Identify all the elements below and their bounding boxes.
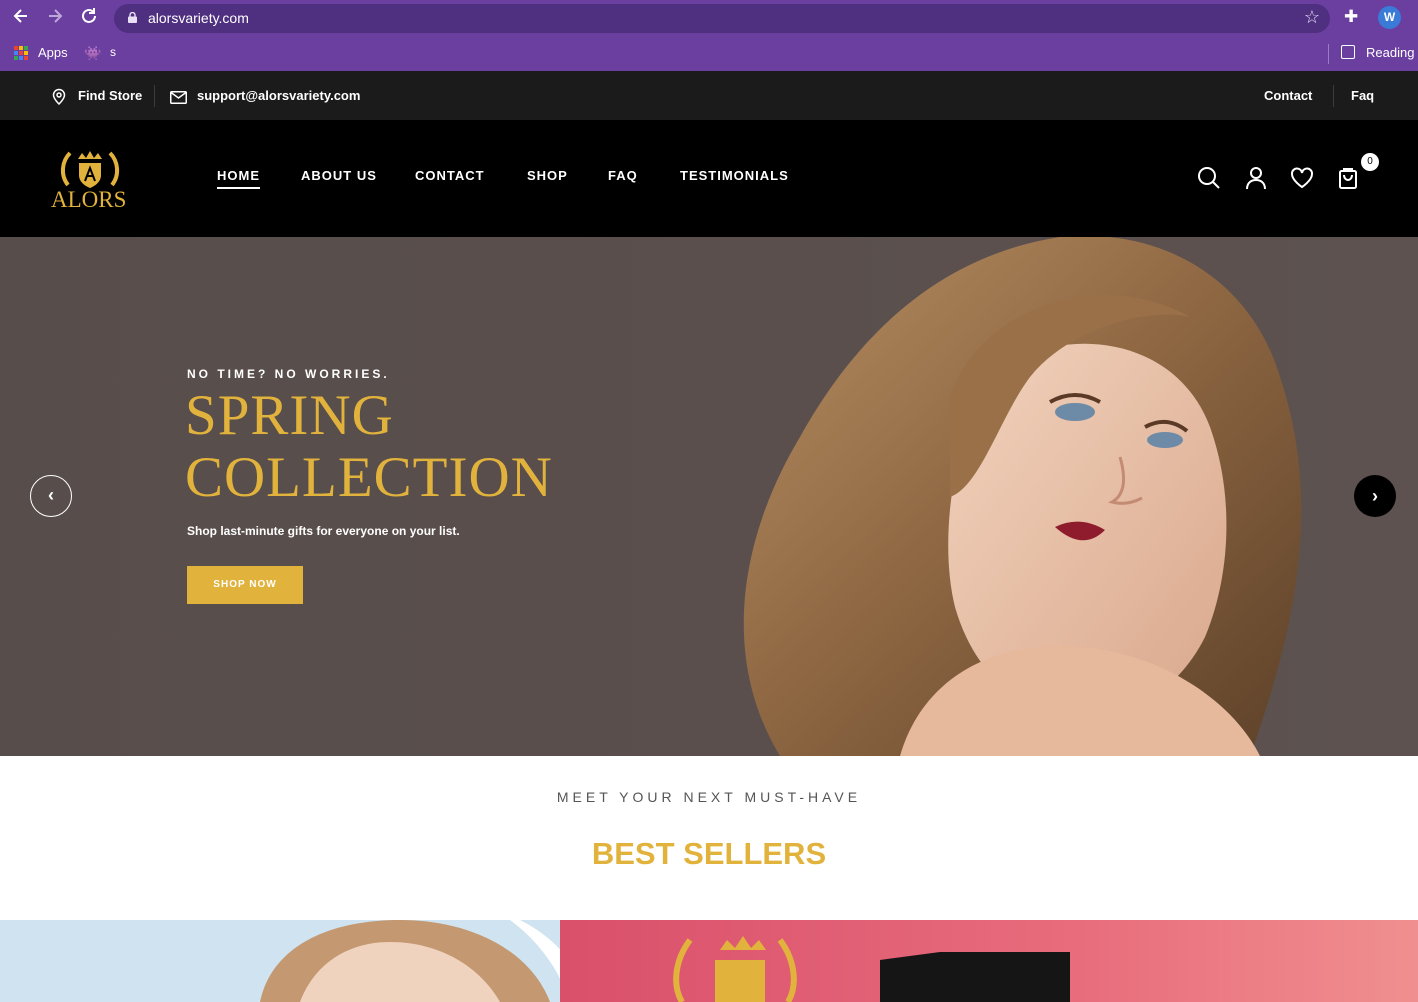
- model-face-image: [260, 920, 590, 1002]
- topbar-faq-link[interactable]: Faq: [1351, 88, 1374, 103]
- hero-title-line: COLLECTION: [185, 446, 553, 509]
- browser-toolbar: alorsvariety.com ☆ ✚ W: [0, 0, 1418, 36]
- best-sellers-eyebrow: MEET YOUR NEXT MUST-HAVE: [556, 789, 862, 805]
- bookmarks-divider: [1328, 44, 1329, 64]
- hero-slider: NO TIME? NO WORRIES. SPRING COLLECTION S…: [0, 237, 1418, 756]
- url-text: alorsvariety.com: [148, 10, 249, 26]
- topbar-divider: [154, 85, 155, 107]
- bookmarks-bar: Apps 👾 s Reading l: [0, 36, 1418, 71]
- profile-avatar[interactable]: W: [1378, 6, 1401, 29]
- back-arrow-icon[interactable]: [9, 6, 33, 30]
- product-banner-right[interactable]: [560, 920, 1418, 1002]
- hero-eyebrow: NO TIME? NO WORRIES.: [187, 367, 390, 381]
- cart-count-badge: 0: [1361, 153, 1379, 171]
- product-banner-left[interactable]: [0, 920, 590, 1002]
- map-pin-icon: [52, 88, 66, 105]
- best-sellers-title: BEST SELLERS: [591, 836, 827, 871]
- address-bar[interactable]: alorsvariety.com ☆: [114, 4, 1330, 33]
- shop-now-button[interactable]: SHOP NOW: [187, 566, 303, 604]
- space-invader-icon[interactable]: 👾: [84, 45, 101, 62]
- bookmark-star-icon[interactable]: ☆: [1304, 7, 1320, 28]
- hero-model-image: [743, 237, 1302, 756]
- nav-about-us[interactable]: ABOUT US: [301, 168, 377, 183]
- site-topbar: Find Store support@alorsvariety.com Cont…: [0, 71, 1418, 120]
- bookmark-apps[interactable]: Apps: [38, 45, 68, 60]
- slider-prev-arrow-icon[interactable]: ‹: [30, 475, 72, 517]
- shopping-bag-icon[interactable]: [1336, 165, 1362, 191]
- nav-contact[interactable]: CONTACT: [415, 168, 485, 183]
- forward-arrow-icon[interactable]: [43, 6, 67, 30]
- mail-icon: [170, 91, 187, 104]
- reading-list-button[interactable]: Reading l: [1366, 45, 1418, 60]
- support-email-link[interactable]: support@alorsvariety.com: [197, 88, 360, 103]
- site-header: ALORS HOME ABOUT US CONTACT SHOP FAQ TES…: [0, 120, 1418, 237]
- apps-grid-icon[interactable]: [14, 46, 28, 60]
- wishlist-heart-icon[interactable]: [1289, 165, 1315, 191]
- bookmark-s[interactable]: s: [110, 45, 116, 59]
- find-store-link[interactable]: Find Store: [78, 88, 142, 103]
- search-icon[interactable]: [1196, 165, 1222, 191]
- reload-icon[interactable]: [77, 6, 101, 30]
- nav-shop[interactable]: SHOP: [527, 168, 568, 183]
- nav-faq[interactable]: FAQ: [608, 168, 638, 183]
- hero-subtitle: Shop last-minute gifts for everyone on y…: [187, 524, 460, 538]
- extensions-puzzle-icon[interactable]: ✚: [1344, 7, 1358, 27]
- user-account-icon[interactable]: [1243, 165, 1269, 191]
- alors-crest-product-image: [673, 936, 1070, 1002]
- topbar-divider: [1333, 85, 1334, 107]
- reading-list-icon[interactable]: [1341, 45, 1355, 59]
- nav-testimonials[interactable]: TESTIMONIALS: [680, 168, 789, 183]
- slider-next-arrow-icon[interactable]: ›: [1354, 475, 1396, 517]
- topbar-contact-link[interactable]: Contact: [1264, 88, 1312, 103]
- hero-title-line: SPRING: [185, 384, 394, 447]
- logo-wordmark[interactable]: ALORS: [51, 187, 126, 213]
- hero-title: SPRING COLLECTION: [185, 385, 553, 509]
- nav-home[interactable]: HOME: [217, 168, 260, 189]
- lock-icon: [128, 12, 137, 23]
- product-banner-strip: [0, 920, 1418, 1002]
